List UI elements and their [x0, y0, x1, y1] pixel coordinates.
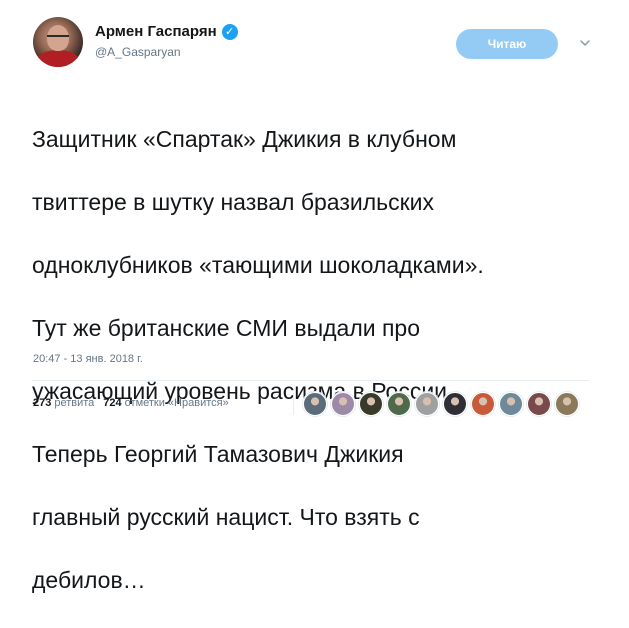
liker-avatar[interactable]	[499, 392, 523, 416]
tweet-stats: 273 ретвита 724 отметки «Нравится»	[33, 397, 238, 409]
likes-stat[interactable]: 724 отметки «Нравится»	[103, 397, 228, 409]
verified-icon: ✓	[221, 23, 238, 40]
tweet-line: Тут же британские СМИ выдали про	[32, 314, 421, 341]
tweet-line: Теперь Георгий Тамазович Джикия	[32, 440, 404, 467]
avatar-shirt	[37, 50, 79, 67]
tweet-card: Армен Гаспарян ✓ @A_Gasparyan Читаю Защи…	[0, 0, 629, 593]
avatar[interactable]	[33, 17, 83, 67]
liker-avatar[interactable]	[303, 392, 327, 416]
liker-avatar[interactable]	[443, 392, 467, 416]
liker-avatar[interactable]	[359, 392, 383, 416]
following-button[interactable]: Читаю	[456, 29, 558, 59]
divider	[32, 380, 589, 381]
stats-separator	[293, 393, 294, 415]
tweet-timestamp[interactable]: 20:47 - 13 янв. 2018 г.	[33, 353, 143, 365]
tweet-line: Защитник «Спартак» Джикия в клубном	[32, 125, 457, 152]
tweet-line: дебилов…	[32, 566, 146, 593]
likes-count: 724	[103, 397, 122, 409]
author-name-row: Армен Гаспарян ✓	[95, 23, 238, 40]
retweets-stat[interactable]: 273 ретвита	[33, 397, 94, 409]
liker-avatar[interactable]	[555, 392, 579, 416]
author-handle[interactable]: @A_Gasparyan	[95, 45, 181, 59]
liker-avatar[interactable]	[415, 392, 439, 416]
retweets-label: ретвита	[54, 397, 95, 409]
liker-avatar[interactable]	[527, 392, 551, 416]
liker-avatar[interactable]	[471, 392, 495, 416]
chevron-down-icon[interactable]	[579, 37, 591, 49]
liker-avatar[interactable]	[387, 392, 411, 416]
liker-avatars	[303, 392, 579, 416]
retweets-count: 273	[33, 397, 52, 409]
liker-avatar[interactable]	[331, 392, 355, 416]
likes-label: отметки «Нравится»	[124, 397, 229, 409]
author-name[interactable]: Армен Гаспарян	[95, 23, 217, 40]
tweet-line: твиттере в шутку назвал бразильских	[32, 188, 435, 215]
tweet-line: главный русский нацист. Что взять с	[32, 503, 420, 530]
tweet-line: одноклубников «тающими шоколадками».	[32, 251, 484, 278]
avatar-glasses	[47, 35, 69, 42]
